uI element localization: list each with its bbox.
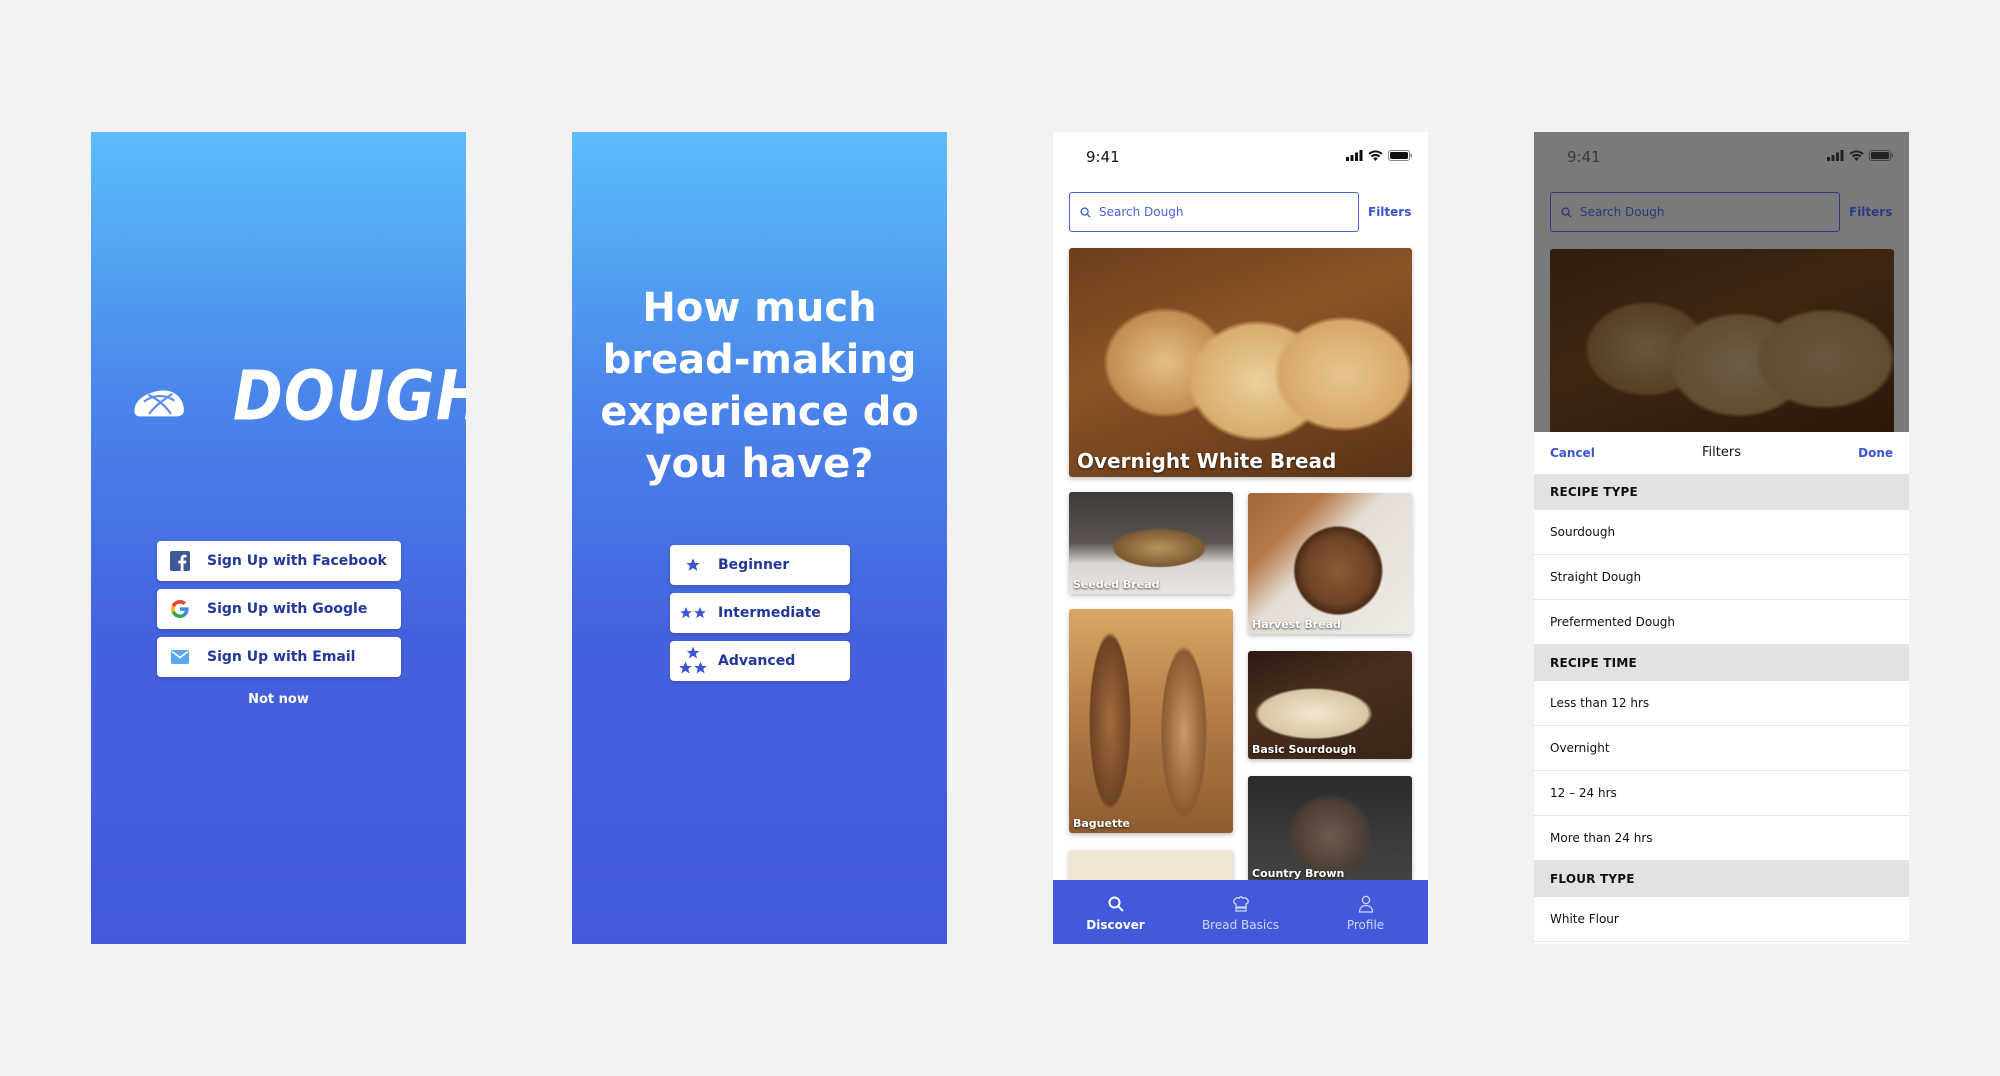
sheet-title: Filters <box>1702 445 1741 460</box>
search-input[interactable] <box>1099 205 1319 219</box>
recipe-card-seeded-bread[interactable]: Seeded Bread <box>1069 492 1233 594</box>
filters-link[interactable]: Filters <box>1368 205 1411 219</box>
search-bar <box>1550 192 1840 232</box>
signup-google-label: Sign Up with Google <box>207 601 368 617</box>
level-intermediate-label: Intermediate <box>718 605 821 621</box>
wifi-icon <box>1368 150 1383 161</box>
featured-recipe-card[interactable]: Overnight White Bread <box>1069 248 1412 477</box>
filter-option[interactable]: 12 – 24 hrs <box>1534 771 1909 816</box>
tab-bread-basics-label: Bread Basics <box>1201 917 1280 932</box>
featured-recipe-image <box>1550 249 1894 432</box>
status-time: 9:41 <box>1086 148 1120 166</box>
recipe-card-baguette[interactable]: Baguette <box>1069 609 1233 833</box>
recipe-card-harvest-bread[interactable]: Harvest Bread <box>1248 493 1412 634</box>
tab-discover[interactable]: Discover <box>1053 880 1178 944</box>
tab-bread-basics[interactable]: Bread Basics <box>1178 880 1303 944</box>
filter-option[interactable]: White Flour <box>1534 897 1909 942</box>
filters-sheet: Cancel Filters Done RECIPE TYPE Sourdoug… <box>1534 432 1909 944</box>
welcome-screen: DOUGH Sign Up with Facebook Sign Up with… <box>91 132 466 944</box>
user-icon <box>1358 893 1374 915</box>
recipe-card-title: Harvest Bread <box>1252 618 1341 631</box>
signup-email-button[interactable]: Sign Up with Email <box>157 637 401 677</box>
done-button[interactable]: Done <box>1858 446 1893 460</box>
signup-facebook-label: Sign Up with Facebook <box>207 553 387 569</box>
tab-profile-label: Profile <box>1346 917 1385 932</box>
filters-link: Filters <box>1849 205 1893 219</box>
discover-screen: 9:41 Filters Overnight White Bread Seede… <box>1053 132 1428 944</box>
email-icon <box>169 646 191 668</box>
three-stars-icon <box>678 646 708 676</box>
signup-email-label: Sign Up with Email <box>207 649 356 665</box>
status-bar: 9:41 <box>1053 132 1428 178</box>
bottom-tab-bar: Discover Bread Basics Profile <box>1053 880 1428 944</box>
filter-option[interactable]: Prefermented Dough <box>1534 600 1909 645</box>
status-time: 9:41 <box>1567 148 1601 166</box>
search-icon <box>1080 206 1091 218</box>
filter-option[interactable]: More than 24 hrs <box>1534 816 1909 861</box>
cellular-signal-icon <box>1827 150 1844 161</box>
battery-icon <box>1869 150 1893 161</box>
filter-option[interactable]: Straight Dough <box>1534 555 1909 600</box>
search-input <box>1580 205 1800 219</box>
filters-screen: 9:41 Filters Cancel Filters Done RECIPE … <box>1534 132 1909 944</box>
cellular-signal-icon <box>1346 150 1363 161</box>
battery-icon <box>1388 150 1412 161</box>
recipe-card-title: Baguette <box>1073 817 1130 830</box>
search-icon <box>1561 206 1572 218</box>
filter-option[interactable]: Less than 12 hrs <box>1534 681 1909 726</box>
signup-facebook-button[interactable]: Sign Up with Facebook <box>157 541 401 581</box>
recipe-card-title: Basic Sourdough <box>1252 743 1357 756</box>
tab-profile[interactable]: Profile <box>1303 880 1428 944</box>
tab-discover-label: Discover <box>1086 917 1145 932</box>
two-stars-icon <box>678 602 708 624</box>
dimmed-background[interactable]: 9:41 Filters <box>1534 132 1909 432</box>
section-header-recipe-type: RECIPE TYPE <box>1534 474 1909 510</box>
star-icon <box>678 554 708 576</box>
brand-wordmark: DOUGH <box>233 356 466 437</box>
google-icon <box>169 598 191 620</box>
section-header-flour-type: FLOUR TYPE <box>1534 861 1909 897</box>
level-beginner-label: Beginner <box>718 557 790 573</box>
recipe-card-title: Country Brown <box>1252 867 1345 880</box>
experience-screen: How much bread-making experience do you … <box>572 132 947 944</box>
recipe-card-country-brown[interactable]: Country Brown <box>1248 776 1412 886</box>
signup-google-button[interactable]: Sign Up with Google <box>157 589 401 629</box>
level-beginner-button[interactable]: Beginner <box>670 545 850 585</box>
status-bar: 9:41 <box>1534 132 1909 178</box>
level-advanced-button[interactable]: Advanced <box>670 641 850 681</box>
featured-recipe-title: Overnight White Bread <box>1077 449 1337 473</box>
chef-hat-icon <box>1232 893 1250 915</box>
wifi-icon <box>1849 150 1864 161</box>
search-bar[interactable] <box>1069 192 1359 232</box>
section-header-recipe-time: RECIPE TIME <box>1534 645 1909 681</box>
experience-question: How much bread-making experience do you … <box>600 285 919 487</box>
sheet-header: Cancel Filters Done <box>1534 432 1909 474</box>
recipe-card-basic-sourdough[interactable]: Basic Sourdough <box>1248 651 1412 759</box>
recipe-card-title: Seeded Bread <box>1073 578 1160 591</box>
filter-option[interactable]: Sourdough <box>1534 510 1909 555</box>
search-icon <box>1108 893 1124 915</box>
facebook-icon <box>169 550 191 572</box>
level-intermediate-button[interactable]: Intermediate <box>670 593 850 633</box>
filter-option[interactable]: Overnight <box>1534 726 1909 771</box>
not-now-link[interactable]: Not now <box>91 692 466 707</box>
level-advanced-label: Advanced <box>718 653 796 669</box>
